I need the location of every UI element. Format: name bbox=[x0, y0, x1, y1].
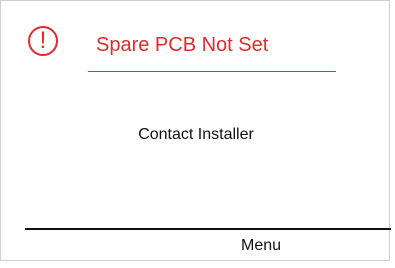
footer-divider bbox=[25, 228, 391, 230]
exclamation-circle-icon: ! bbox=[28, 26, 58, 56]
alert-title: Spare PCB Not Set bbox=[96, 34, 269, 56]
alert-message: Contact Installer bbox=[138, 126, 254, 143]
device-screen: ! Spare PCB Not Set Contact Installer Me… bbox=[0, 0, 395, 268]
display-frame: ! Spare PCB Not Set Contact Installer Me… bbox=[0, 0, 391, 261]
title-underline bbox=[88, 71, 336, 72]
menu-button[interactable]: Menu bbox=[211, 232, 311, 260]
